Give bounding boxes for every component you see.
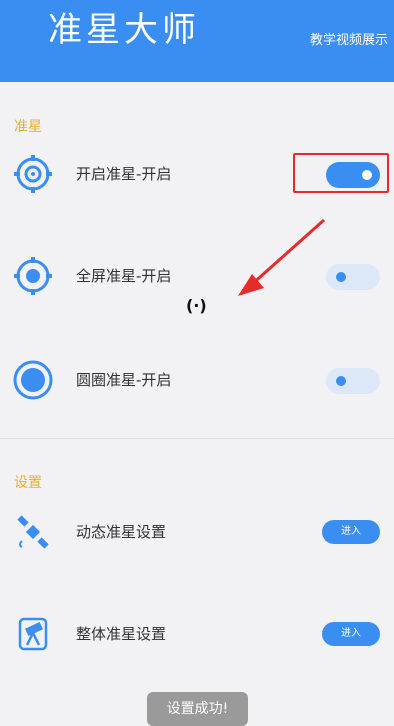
toggle-knob: [336, 376, 346, 386]
enter-overall-settings-button[interactable]: 进入: [322, 622, 380, 646]
toast-message: 设置成功!: [147, 692, 248, 726]
toggle-knob: [336, 272, 346, 282]
app-title: 准星大师: [48, 10, 200, 50]
tutorial-video-link[interactable]: 教学视频展示: [310, 32, 388, 50]
toggle-fullscreen-crosshair[interactable]: [326, 264, 380, 290]
row-label: 全屏准星-开启: [76, 267, 172, 285]
telescope-icon: [12, 613, 54, 655]
section-divider: [0, 438, 394, 439]
row-label: 动态准星设置: [76, 523, 167, 541]
row-dynamic-crosshair-settings[interactable]: 动态准星设置 进入: [0, 502, 394, 562]
floating-crosshair-cursor: (·): [186, 296, 207, 315]
toggle-circle-crosshair[interactable]: [326, 368, 380, 394]
row-label: 圆圈准星-开启: [76, 371, 172, 389]
highlight-box: [293, 153, 389, 193]
enter-dynamic-settings-button[interactable]: 进入: [322, 520, 380, 544]
crosshair-target-icon: [12, 153, 54, 195]
crosshair-dot-icon: [12, 255, 54, 297]
row-label: 整体准星设置: [76, 625, 167, 643]
app-header: 准星大师 教学视频展示: [0, 0, 394, 82]
satellite-icon: [12, 511, 54, 553]
section-label-crosshair: 准星: [14, 119, 42, 135]
row-label: 开启准星-开启: [76, 165, 172, 183]
section-label-settings: 设置: [14, 475, 42, 491]
circle-crosshair-icon: [12, 359, 54, 401]
row-circle-crosshair[interactable]: 圆圈准星-开启: [0, 350, 394, 410]
row-overall-crosshair-settings[interactable]: 整体准星设置 进入: [0, 604, 394, 664]
